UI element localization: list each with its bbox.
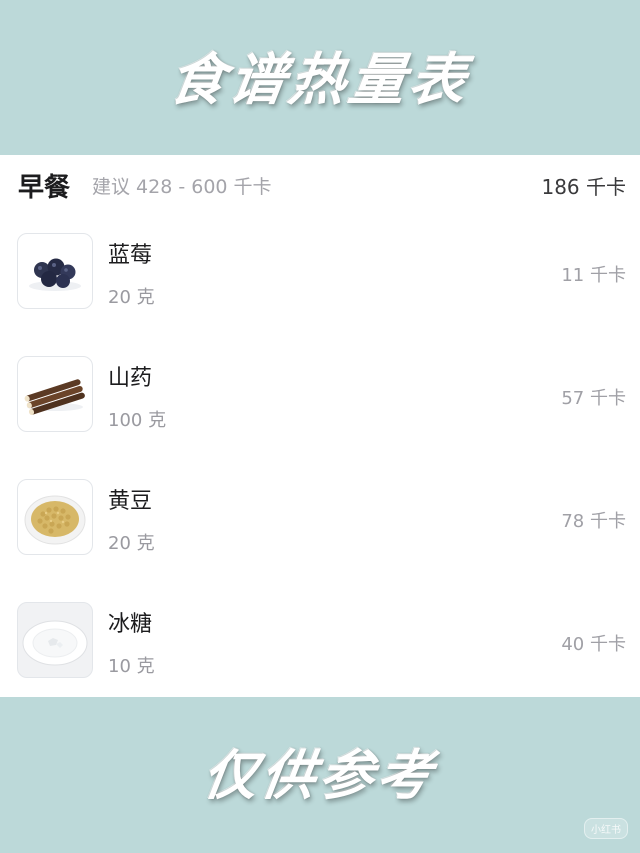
food-calories: 78 千卡 xyxy=(561,511,626,532)
soybean-icon xyxy=(17,479,93,555)
food-quantity: 20 克 xyxy=(108,533,155,554)
food-name: 黄豆 xyxy=(108,489,153,514)
food-calories: 40 千卡 xyxy=(561,634,626,655)
food-item-rock-sugar[interactable]: 冰糖 10 克 40 千卡 xyxy=(0,602,640,702)
food-calories: 57 千卡 xyxy=(561,388,626,409)
food-calories: 11 千卡 xyxy=(561,265,626,286)
food-item-soybean[interactable]: 黄豆 20 克 78 千卡 xyxy=(0,479,640,579)
food-item-blueberry[interactable]: 蓝莓 20 克 11 千卡 xyxy=(0,233,640,333)
meal-title: 早餐 xyxy=(18,173,71,203)
footer-title: 仅供参考 xyxy=(198,743,440,807)
blueberry-icon xyxy=(17,233,93,309)
food-name: 冰糖 xyxy=(108,612,153,637)
footer-banner: 仅供参考 xyxy=(0,697,640,853)
rock-sugar-icon xyxy=(17,602,93,678)
meal-suggestion: 建议 428 - 600 千卡 xyxy=(92,176,272,198)
food-item-yam[interactable]: 山药 100 克 57 千卡 xyxy=(0,356,640,456)
food-quantity: 10 克 xyxy=(108,656,155,677)
meal-card: 早餐 建议 428 - 600 千卡 186 千卡 蓝莓 20 克 11 千卡 xyxy=(0,155,640,697)
yam-icon xyxy=(17,356,93,432)
watermark-logo: 小红书 xyxy=(584,818,628,839)
food-quantity: 20 克 xyxy=(108,287,155,308)
header-banner: 食谱热量表 xyxy=(0,0,640,155)
food-name: 蓝莓 xyxy=(108,243,153,268)
meal-header[interactable]: 早餐 建议 428 - 600 千卡 186 千卡 xyxy=(0,155,640,210)
food-name: 山药 xyxy=(108,366,153,391)
meal-total-calories: 186 千卡 xyxy=(541,175,626,199)
food-quantity: 100 克 xyxy=(108,410,167,431)
page-title: 食谱热量表 xyxy=(164,48,474,113)
